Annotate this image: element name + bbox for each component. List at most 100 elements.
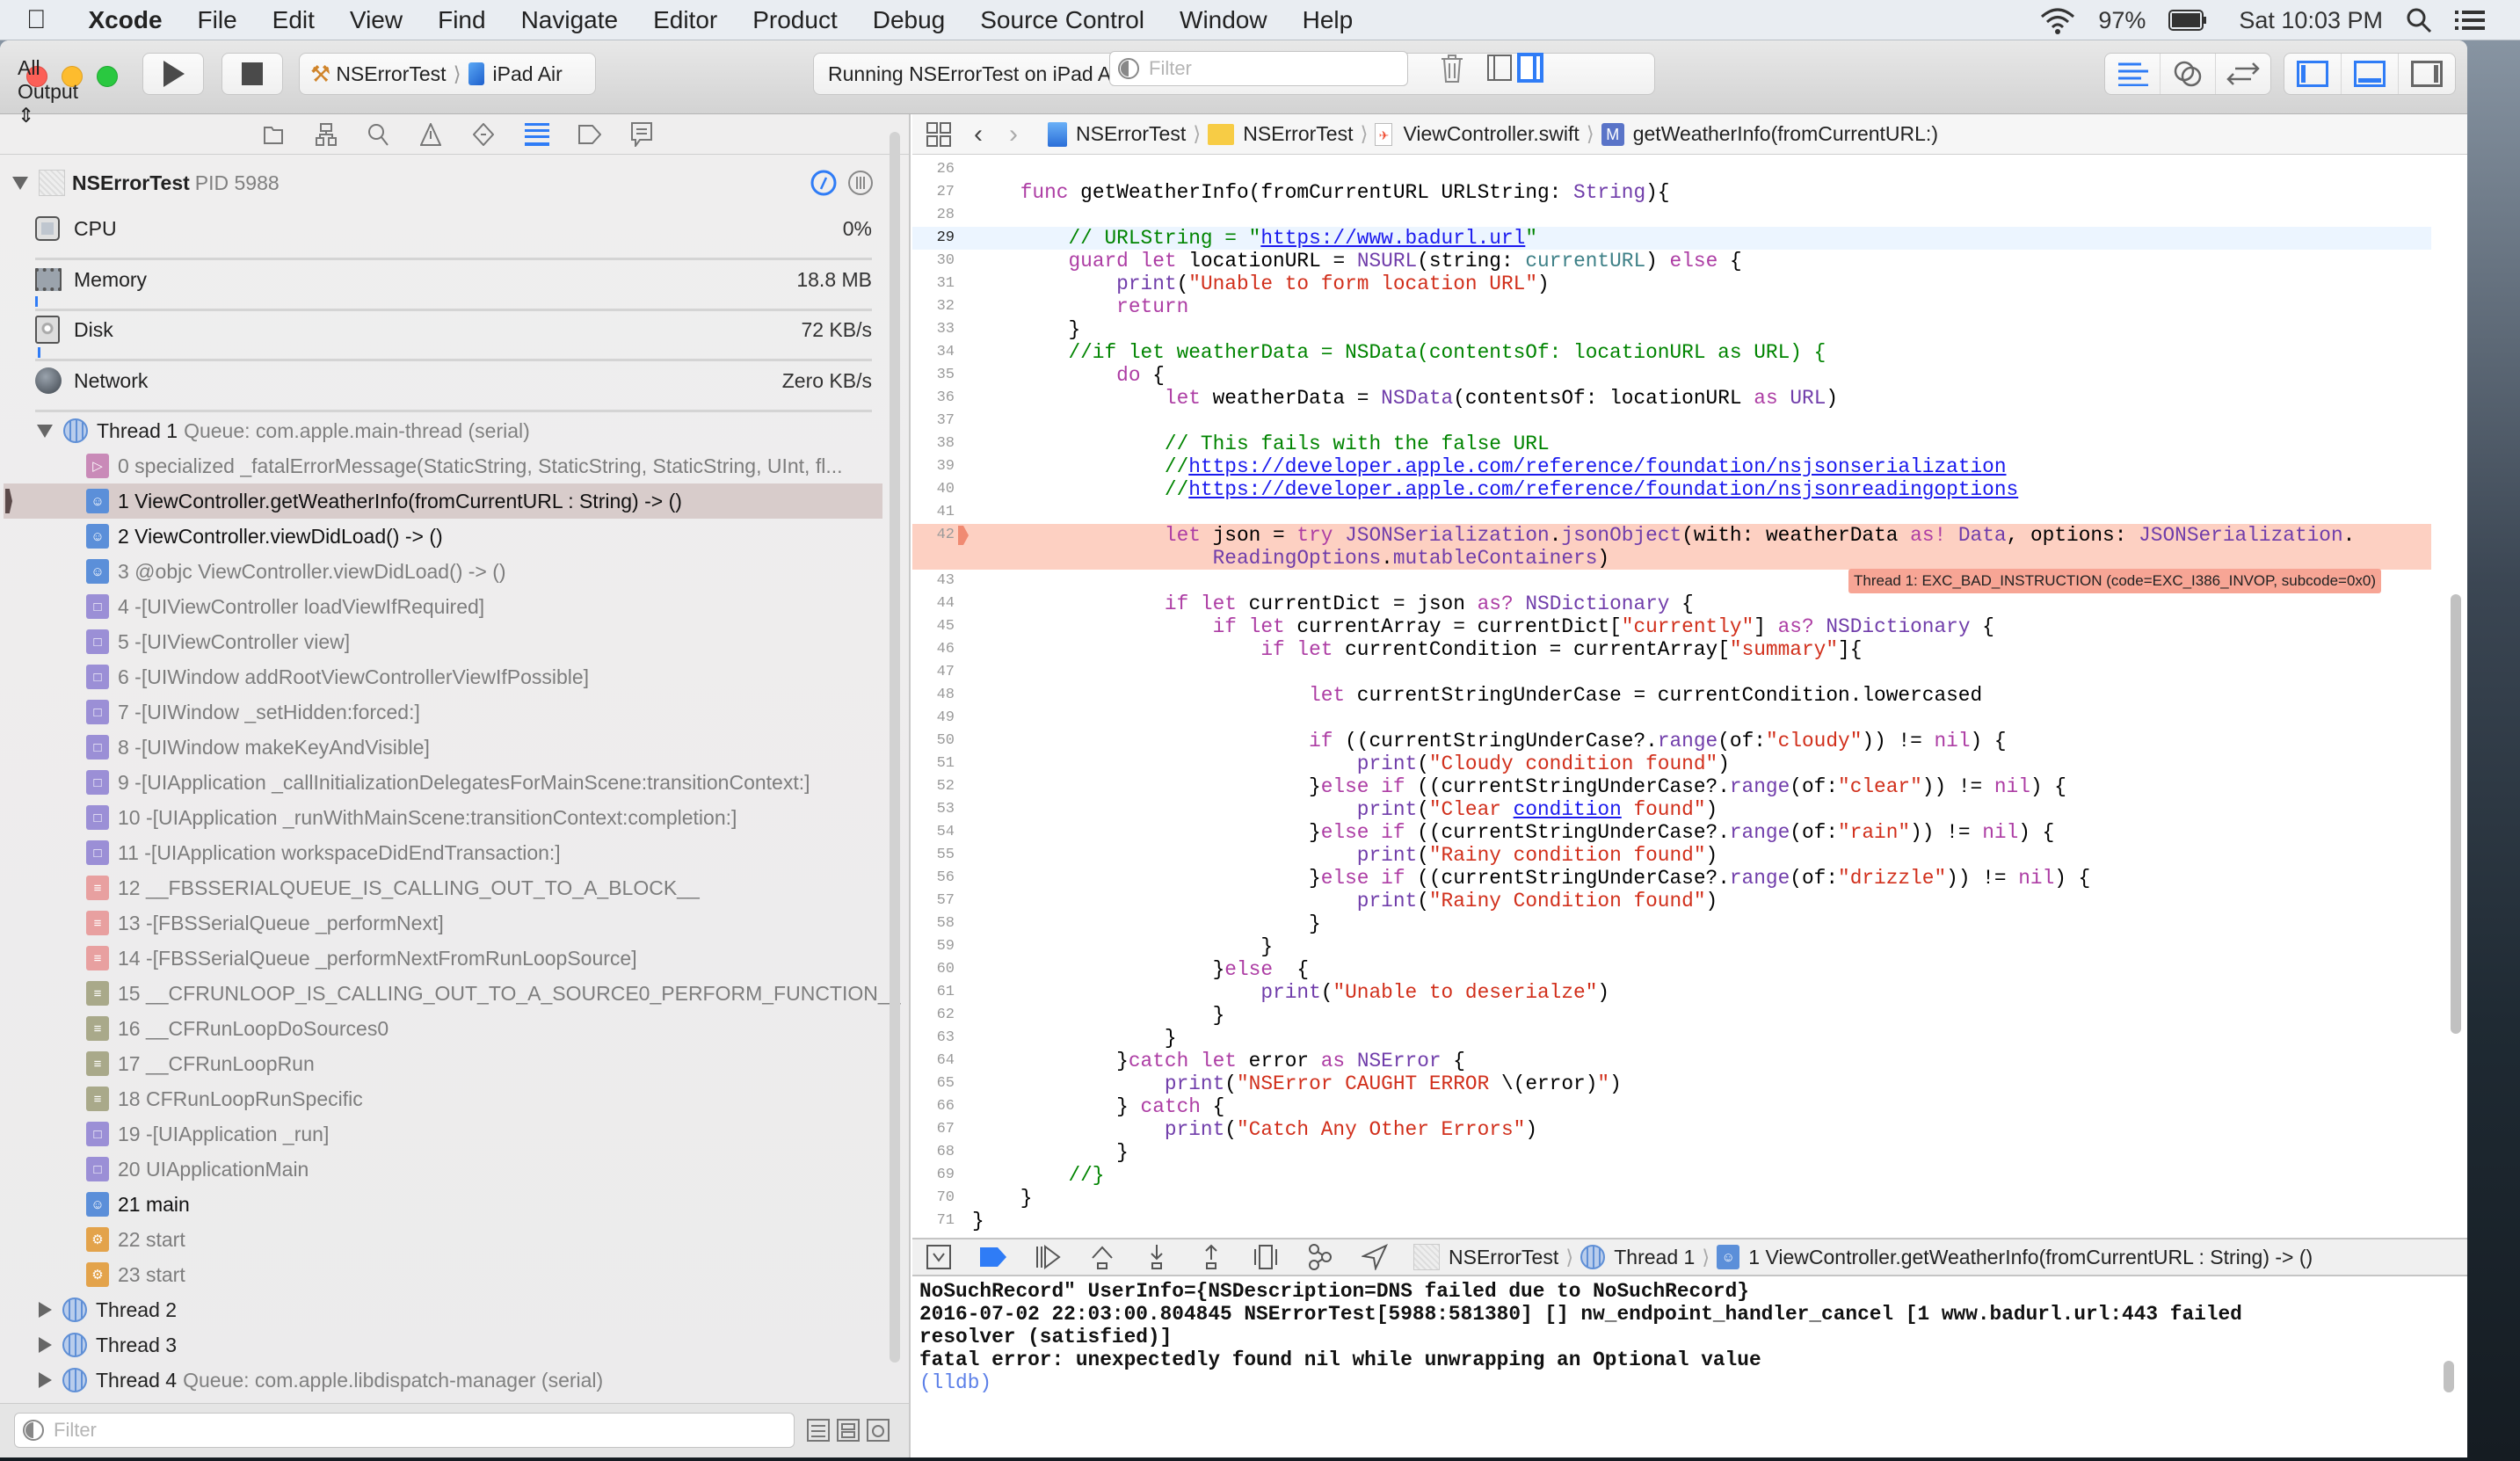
debugbar-crumb-process[interactable]: NSErrorTest <box>1449 1246 1558 1269</box>
code-line[interactable]: 31 print("Unable to form location URL") <box>912 273 2431 295</box>
device-name[interactable]: iPad Air <box>493 62 563 86</box>
code-line[interactable]: 59 } <box>912 935 2431 958</box>
code-line[interactable]: 38 // This fails with the false URL <box>912 432 2431 455</box>
stop-button[interactable] <box>221 53 283 95</box>
gauge-memory[interactable]: Memory 18.8 MB <box>0 262 888 297</box>
gauge-cpu[interactable]: CPU 0% <box>0 211 888 246</box>
stack-frame-row[interactable]: □ 5 -[UIViewController view] <box>0 624 888 659</box>
code-line[interactable]: 70 } <box>912 1187 2431 1210</box>
stack-frame-row[interactable]: ⚙ 23 start <box>0 1257 888 1292</box>
run-button[interactable] <box>142 53 204 95</box>
code-line[interactable]: 55 print("Rainy condition found") <box>912 844 2431 867</box>
code-line[interactable]: 45 if let currentArray = currentDict["cu… <box>912 615 2431 638</box>
forward-chevron-icon[interactable]: › <box>1009 120 1018 149</box>
code-line[interactable]: 41 <box>912 501 2431 524</box>
code-line[interactable]: 71} <box>912 1210 2431 1232</box>
code-line[interactable]: 69 //} <box>912 1164 2431 1187</box>
code-line[interactable]: 63 } <box>912 1027 2431 1050</box>
stack-frame-row[interactable]: □ 9 -[UIApplication _callInitializationDe… <box>0 765 888 800</box>
stack-frame-row[interactable]: ≡ 14 -[FBSSerialQueue _performNextFromRun… <box>0 941 888 976</box>
code-link[interactable]: https://developer.apple.com/reference/fo… <box>1188 455 2006 478</box>
code-line[interactable]: 68 } <box>912 1141 2431 1164</box>
menu-clock[interactable]: Sat 10:03 PM <box>2239 7 2383 34</box>
jumpbar-crumb-file[interactable]: ViewController.swift <box>1403 122 1579 146</box>
code-line[interactable]: 66 } catch { <box>912 1095 2431 1118</box>
stack-frame-row[interactable]: ⚙ 22 start <box>0 1222 888 1257</box>
stack-frame-row[interactable]: ☺ 1 ViewController.getWeatherInfo(fromCur… <box>4 483 882 519</box>
code-line[interactable]: 49 <box>912 707 2431 730</box>
battery-icon[interactable] <box>2168 10 2207 31</box>
code-line[interactable]: 39 //https://developer.apple.com/referen… <box>912 455 2431 478</box>
code-line[interactable]: 36 let weatherData = NSData(contentsOf: … <box>912 387 2431 410</box>
jumpbar-crumb-project[interactable]: NSErrorTest <box>1076 122 1186 146</box>
code-line[interactable]: 42 let json = try JSONSerialization.json… <box>912 524 2431 547</box>
apple-menu-icon[interactable]:  <box>26 5 47 35</box>
code-line[interactable]: 29 // URLString = "https://www.badurl.ur… <box>912 227 2431 250</box>
code-line[interactable]: 56 }else if ((currentStringUnderCase?.ra… <box>912 867 2431 890</box>
code-line[interactable]: 51 print("Cloudy condition found") <box>912 752 2431 775</box>
stack-frame-row[interactable]: □ 10 -[UIApplication _runWithMainScene:tr… <box>0 800 888 835</box>
code-line[interactable]: 57 print("Rainy Condition found") <box>912 890 2431 912</box>
thread-1-row[interactable]: Thread 1 Queue: com.apple.main-thread (s… <box>0 413 888 448</box>
step-into-button[interactable] <box>1139 1239 1174 1275</box>
simulate-location-button[interactable] <box>1357 1239 1392 1275</box>
code-line[interactable]: 46 if let currentCondition = currentArra… <box>912 638 2431 661</box>
spotlight-search-icon[interactable] <box>2406 7 2432 33</box>
editor-scrollbar[interactable] <box>2451 594 2461 1034</box>
stack-frame-row[interactable]: □ 19 -[UIApplication _run] <box>0 1116 888 1152</box>
menu-edit[interactable]: Edit <box>272 6 315 34</box>
step-out-button[interactable] <box>1194 1239 1229 1275</box>
related-items-grid-icon[interactable] <box>926 121 951 147</box>
process-row[interactable]: NSErrorTest PID 5988 <box>0 165 888 200</box>
zoom-window-button[interactable] <box>97 66 118 87</box>
show-variables-view-icon[interactable] <box>1487 55 1512 81</box>
stack-frame-row[interactable]: □ 11 -[UIApplication workspaceDidEndTrans… <box>0 835 888 870</box>
stack-frame-row[interactable]: ≡ 15 __CFRUNLOOP_IS_CALLING_OUT_TO_A_SOUR… <box>0 976 900 1011</box>
code-line[interactable]: 37 <box>912 410 2431 432</box>
jumpbar-crumb-group[interactable]: NSErrorTest <box>1243 122 1353 146</box>
thread-row[interactable]: Thread 2 <box>0 1292 888 1327</box>
console-output[interactable]: NoSuchRecord" UserInfo={NSDescription=DN… <box>912 1276 2467 1399</box>
stack-frame-row[interactable]: □ 8 -[UIWindow makeKeyAndVisible] <box>0 730 888 765</box>
menu-window[interactable]: Window <box>1180 6 1267 34</box>
step-over-button[interactable] <box>1085 1239 1120 1275</box>
console-scrollbar[interactable] <box>2444 1361 2454 1392</box>
menu-view[interactable]: View <box>350 6 403 34</box>
toggle-utilities-button[interactable] <box>2399 54 2455 94</box>
code-line[interactable]: 40 //https://developer.apple.com/referen… <box>912 478 2431 501</box>
code-line[interactable]: 47 <box>912 661 2431 684</box>
code-link[interactable]: condition <box>1514 798 1622 821</box>
error-annotation[interactable]: Thread 1: EXC_BAD_INSTRUCTION (code=EXC_… <box>1848 569 2382 593</box>
jumpbar-crumb-method[interactable]: getWeatherInfo(fromCurrentURL:) <box>1633 122 1938 146</box>
stack-frame-row[interactable]: □ 4 -[UIViewController loadViewIfRequired… <box>0 589 888 624</box>
navigator-filter-input[interactable]: Filter <box>14 1413 795 1448</box>
show-console-view-icon[interactable] <box>1517 53 1543 83</box>
code-line[interactable]: 53 print("Clear condition found") <box>912 798 2431 821</box>
debugbar-crumb-thread[interactable]: Thread 1 <box>1614 1246 1695 1269</box>
stack-frame-row[interactable]: □ 20 UIApplicationMain <box>0 1152 888 1187</box>
issue-navigator-tab[interactable] <box>418 121 444 148</box>
wifi-icon[interactable] <box>2040 6 2075 34</box>
continue-button[interactable] <box>1030 1239 1065 1275</box>
scheme-name[interactable]: NSErrorTest <box>336 62 446 86</box>
menu-product[interactable]: Product <box>752 6 838 34</box>
console-filter-input[interactable]: Filter <box>1109 51 1408 86</box>
disclosure-triangle-icon[interactable] <box>39 1302 52 1318</box>
hide-debug-area-button[interactable] <box>921 1239 956 1275</box>
code-line[interactable]: 27 func getWeatherInfo(fromCurrentURL UR… <box>912 181 2431 204</box>
assistant-editor-button[interactable] <box>2161 54 2216 94</box>
show-running-threads-icon[interactable] <box>837 1419 860 1442</box>
disclosure-triangle-icon[interactable] <box>39 1372 52 1388</box>
code-link[interactable]: https://developer.apple.com/reference/fo… <box>1188 478 2018 501</box>
code-line[interactable]: 48 let currentStringUnderCase = currentC… <box>912 684 2431 707</box>
thread-row[interactable]: Thread 4 Queue: com.apple.libdispatch-man… <box>0 1363 888 1398</box>
stack-frame-row[interactable]: □ 6 -[UIWindow addRootViewControllerViewI… <box>0 659 888 694</box>
code-line[interactable]: 28 <box>912 204 2431 227</box>
source-editor[interactable]: 26 27 func getWeatherInfo(fromCurrentURL … <box>912 155 2467 1232</box>
code-line[interactable]: 65 print("NSError CAUGHT ERROR \(error)"… <box>912 1072 2431 1095</box>
project-navigator-tab[interactable] <box>260 121 287 148</box>
code-link[interactable]: https://www.badurl.url <box>1260 227 1525 250</box>
code-line[interactable]: 33 } <box>912 318 2431 341</box>
debug-view-hierarchy-button[interactable] <box>1248 1239 1283 1275</box>
code-line[interactable]: 60 }else { <box>912 958 2431 981</box>
